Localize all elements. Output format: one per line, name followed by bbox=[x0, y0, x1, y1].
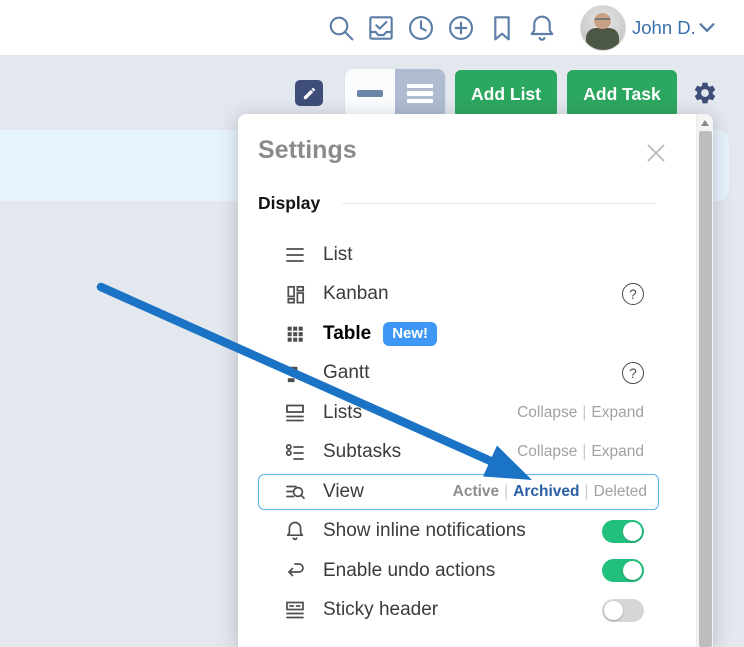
filter-deleted-link[interactable]: Deleted bbox=[594, 483, 647, 501]
help-icon[interactable]: ? bbox=[622, 362, 644, 384]
close-icon[interactable] bbox=[643, 140, 669, 166]
page-title: Settings bbox=[258, 136, 357, 165]
minus-view-icon[interactable] bbox=[345, 69, 395, 118]
settings-rows: List Kanban ? bbox=[258, 235, 658, 630]
filter-active-link[interactable]: Active bbox=[453, 483, 500, 501]
panel-scrollbar[interactable] bbox=[696, 114, 713, 647]
settings-row-undo-actions: Enable undo actions bbox=[258, 551, 658, 591]
main-content-area: Add List Add Task Settings Display List bbox=[0, 55, 744, 647]
expand-link[interactable]: Expand bbox=[591, 404, 644, 422]
view-search-icon bbox=[282, 479, 308, 505]
scrollbar-thumb[interactable] bbox=[699, 131, 712, 647]
separator: | bbox=[582, 443, 586, 461]
add-icon[interactable] bbox=[445, 12, 477, 44]
settings-row-lists[interactable]: Lists Collapse | Expand bbox=[258, 393, 658, 433]
list-view-icon[interactable] bbox=[395, 69, 445, 118]
add-list-button[interactable]: Add List bbox=[455, 70, 557, 118]
table-icon bbox=[282, 321, 308, 347]
settings-row-sticky-header: Sticky header bbox=[258, 591, 658, 631]
add-task-button[interactable]: Add Task bbox=[567, 70, 677, 118]
section-divider bbox=[342, 203, 656, 204]
recent-icon[interactable] bbox=[405, 12, 437, 44]
row-label: Enable undo actions bbox=[323, 560, 495, 582]
settings-row-gantt[interactable]: Gantt ? bbox=[258, 354, 658, 394]
user-menu-name[interactable]: John D. bbox=[632, 17, 696, 39]
gear-icon[interactable] bbox=[692, 80, 718, 106]
tasks-inbox-icon[interactable] bbox=[365, 12, 397, 44]
inline-notifications-toggle[interactable] bbox=[602, 520, 644, 543]
gantt-icon bbox=[282, 360, 308, 386]
row-label: Sticky header bbox=[323, 599, 438, 621]
separator: | bbox=[504, 483, 508, 501]
lists-icon bbox=[282, 400, 308, 426]
separator: | bbox=[582, 404, 586, 422]
settings-row-inline-notifications: Show inline notifications bbox=[258, 512, 658, 552]
row-label: Table bbox=[323, 323, 371, 345]
settings-row-subtasks[interactable]: Subtasks Collapse | Expand bbox=[258, 433, 658, 473]
undo-icon bbox=[282, 558, 308, 584]
kanban-icon bbox=[282, 281, 308, 307]
separator: | bbox=[585, 483, 589, 501]
avatar[interactable] bbox=[580, 5, 626, 51]
bookmark-icon[interactable] bbox=[486, 12, 518, 44]
undo-actions-toggle[interactable] bbox=[602, 559, 644, 582]
settings-row-kanban[interactable]: Kanban ? bbox=[258, 275, 658, 315]
row-label: Kanban bbox=[323, 283, 389, 305]
scroll-up-icon[interactable] bbox=[697, 114, 713, 131]
settings-row-list[interactable]: List bbox=[258, 235, 658, 275]
row-label: Subtasks bbox=[323, 441, 401, 463]
row-label: List bbox=[323, 244, 353, 266]
row-label: Gantt bbox=[323, 362, 369, 384]
row-label: Lists bbox=[323, 402, 362, 424]
sticky-header-icon bbox=[282, 597, 308, 623]
settings-panel: Settings Display List bbox=[238, 114, 713, 647]
help-icon[interactable]: ? bbox=[622, 283, 644, 305]
top-bar: John D. bbox=[0, 0, 744, 56]
edit-pencil-icon[interactable] bbox=[295, 80, 323, 106]
filter-archived-link[interactable]: Archived bbox=[513, 483, 579, 501]
expand-link[interactable]: Expand bbox=[591, 443, 644, 461]
notifications-bell-icon[interactable] bbox=[526, 12, 558, 44]
collapse-link[interactable]: Collapse bbox=[517, 443, 577, 461]
row-label: View bbox=[323, 481, 364, 503]
sticky-header-toggle[interactable] bbox=[602, 599, 644, 622]
list-icon bbox=[282, 242, 308, 268]
user-chevron-down-icon[interactable] bbox=[696, 20, 718, 36]
new-badge: New! bbox=[383, 322, 437, 346]
collapse-link[interactable]: Collapse bbox=[517, 404, 577, 422]
search-icon[interactable] bbox=[325, 12, 357, 44]
settings-row-view[interactable]: View Active | Archived | Deleted bbox=[258, 472, 658, 512]
row-label: Show inline notifications bbox=[323, 520, 526, 542]
view-density-segmented-control bbox=[345, 69, 445, 118]
bell-icon bbox=[282, 518, 308, 544]
settings-row-table[interactable]: Table New! bbox=[258, 314, 658, 354]
section-title-display: Display bbox=[258, 193, 320, 214]
subtasks-icon bbox=[282, 439, 308, 465]
